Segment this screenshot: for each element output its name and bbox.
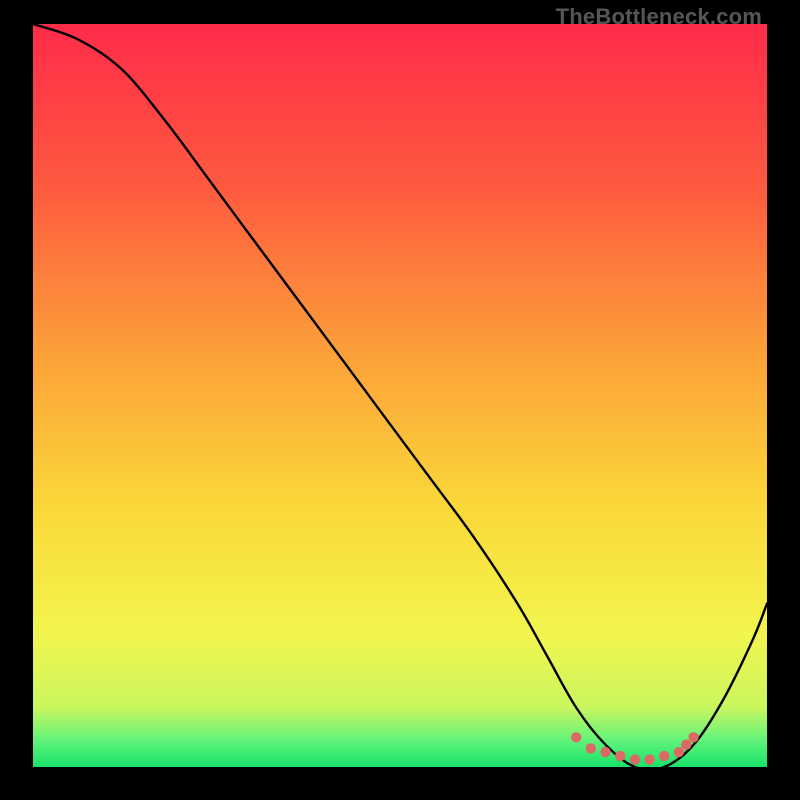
optimal-range-dot [644, 754, 654, 764]
optimal-range-dot [630, 754, 640, 764]
optimal-range-dot [659, 751, 669, 761]
bottleneck-curve [33, 24, 767, 767]
chart-curve-layer [33, 24, 767, 767]
optimal-range-dot [571, 732, 581, 742]
chart-plot-area [33, 24, 767, 767]
optimal-range-dot [681, 740, 691, 750]
watermark-text: TheBottleneck.com [556, 4, 762, 30]
optimal-range-dot [674, 747, 684, 757]
optimal-range-dot [600, 747, 610, 757]
optimal-range-dots [571, 732, 699, 765]
optimal-range-dot [615, 751, 625, 761]
optimal-range-dot [586, 743, 596, 753]
optimal-range-dot [688, 732, 698, 742]
